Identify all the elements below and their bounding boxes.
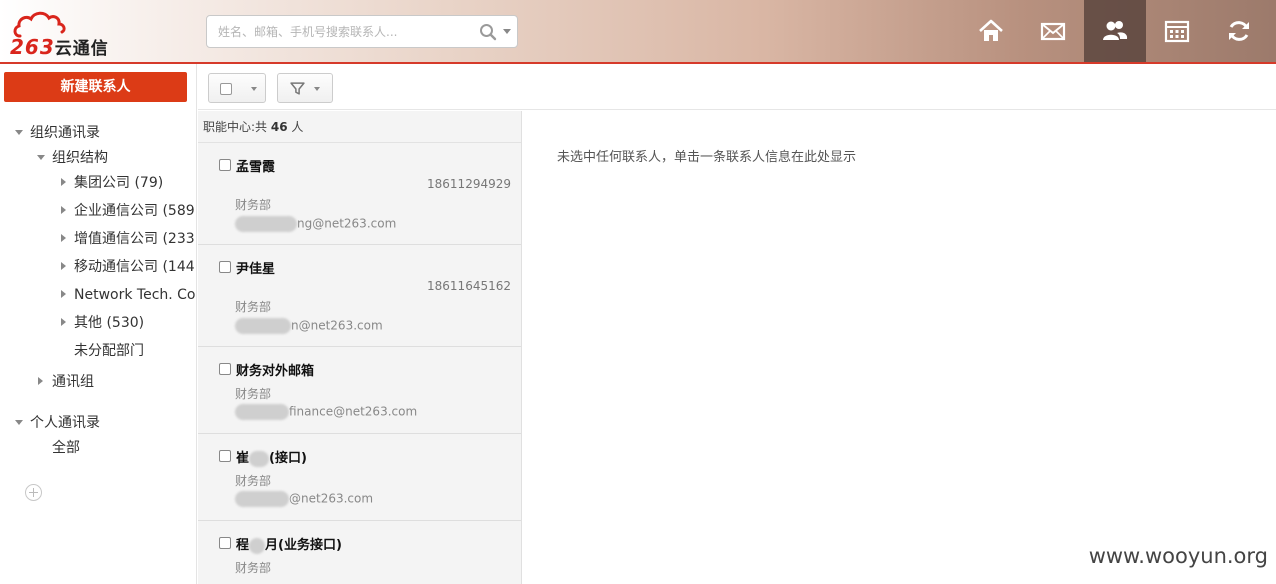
tree-item-value-added-comm[interactable]: 增值通信公司 (233	[74, 229, 195, 249]
search-input[interactable]	[207, 16, 467, 47]
home-icon	[979, 19, 1003, 41]
expand-arrow-icon[interactable]	[15, 130, 23, 135]
collapse-arrow-icon[interactable]	[61, 234, 66, 242]
sync-icon	[1229, 21, 1249, 41]
tree-org-structure[interactable]: 组织结构	[52, 148, 108, 168]
contact-name: 财务对外邮箱	[236, 364, 315, 379]
contact-checkbox[interactable]	[219, 159, 231, 171]
redacted-mask	[235, 404, 289, 420]
contact-checkbox[interactable]	[219, 450, 231, 462]
contact-card[interactable]: 程月(业务接口) 财务部	[198, 522, 521, 584]
tree-personal-directory[interactable]: 个人通讯录	[30, 413, 100, 433]
contact-checkbox[interactable]	[219, 363, 231, 375]
tree-personal-all[interactable]: 全部	[52, 438, 80, 458]
contact-card[interactable]: 尹佳星 18611645162 财务部 n@net263.com	[198, 246, 521, 347]
contact-email-text: finance@net263.com	[289, 404, 418, 419]
contact-phone: 18611294929	[427, 177, 511, 191]
contacts-icon	[1103, 21, 1128, 40]
list-header-prefix: 职能中心:共	[203, 120, 268, 134]
collapse-arrow-icon[interactable]	[61, 206, 66, 214]
tree-item-other[interactable]: 其他 (530)	[74, 313, 144, 333]
contact-name-prefix: 程	[236, 538, 250, 553]
contact-email-text: ng@net263.com	[297, 216, 397, 231]
list-header-suffix: 人	[291, 120, 304, 134]
nav-calendar-button[interactable]	[1146, 0, 1208, 62]
contact-name-prefix: 崔	[236, 451, 250, 466]
calendar-icon	[1164, 20, 1190, 43]
add-group-icon[interactable]	[25, 484, 42, 501]
chevron-down-icon	[251, 87, 257, 91]
collapse-arrow-icon[interactable]	[61, 318, 66, 326]
select-all-dropdown[interactable]	[208, 73, 266, 103]
top-header: 263云通信	[0, 0, 1276, 64]
contact-list: 职能中心:共 46 人 孟雪霞 18611294929 财务部 ng@net26…	[198, 111, 522, 584]
collapse-arrow-icon[interactable]	[61, 178, 66, 186]
brand-title: 云通信	[54, 39, 109, 59]
left-sidebar: 新建联系人 组织通讯录 组织结构 集团公司 (79) 企业通信公司 (589 增…	[0, 64, 197, 584]
tree-item-enterprise-comm[interactable]: 企业通信公司 (589	[74, 201, 195, 221]
tree-item-mobile-comm[interactable]: 移动通信公司 (144	[74, 257, 195, 277]
contact-email-text: n@net263.com	[291, 318, 383, 333]
redacted-mask	[235, 216, 297, 232]
collapse-arrow-icon[interactable]	[61, 262, 66, 270]
contact-dept: 财务部	[235, 387, 272, 401]
expand-arrow-icon[interactable]	[15, 420, 23, 425]
list-count: 46	[270, 120, 288, 134]
contact-dept: 财务部	[235, 198, 272, 212]
contact-name: 孟雪霞	[236, 160, 276, 175]
tree-groups[interactable]: 通讯组	[52, 372, 94, 392]
nav-mail-button[interactable]	[1022, 0, 1084, 62]
filter-dropdown[interactable]	[277, 73, 333, 103]
collapse-arrow-icon[interactable]	[61, 290, 66, 298]
brand-name: 263云通信	[10, 34, 109, 59]
contact-checkbox[interactable]	[219, 537, 231, 549]
contact-email-text: @net263.com	[289, 491, 374, 506]
collapse-arrow-icon[interactable]	[38, 377, 43, 385]
nav-sync-button[interactable]	[1208, 0, 1270, 62]
contact-dept: 财务部	[235, 474, 272, 488]
brand-number: 263	[10, 35, 55, 59]
filter-icon	[290, 82, 305, 95]
redacted-mask	[249, 537, 266, 554]
contact-name-text: 月(业务接口)	[265, 538, 342, 553]
contact-search-box[interactable]	[206, 15, 518, 48]
chevron-down-icon	[314, 87, 320, 91]
mail-icon	[1040, 22, 1066, 41]
redacted-mask	[235, 318, 291, 334]
list-header: 职能中心:共 46 人	[198, 111, 521, 143]
contact-detail-pane: 未选中任何联系人，单击一条联系人信息在此处显示	[523, 111, 1276, 584]
contact-name: 程月(业务接口)	[236, 534, 342, 554]
new-contact-button[interactable]: 新建联系人	[4, 72, 187, 102]
tree-item-network-tech[interactable]: Network Tech. Co	[74, 285, 196, 305]
nav-contacts-button[interactable]	[1084, 0, 1146, 62]
expand-arrow-icon[interactable]	[37, 155, 45, 160]
empty-detail-message: 未选中任何联系人，单击一条联系人信息在此处显示	[557, 150, 857, 165]
contact-email: n@net263.com	[235, 318, 383, 334]
contact-checkbox[interactable]	[219, 261, 231, 273]
watermark-text: www.wooyun.org	[1088, 544, 1268, 568]
contact-name: 尹佳星	[236, 262, 276, 277]
contact-card[interactable]: 财务对外邮箱 财务部 finance@net263.com	[198, 348, 521, 434]
contact-phone: 18611645162	[427, 279, 511, 293]
tree-org-directory[interactable]: 组织通讯录	[30, 123, 100, 143]
contact-card[interactable]: 崔 (接口) 财务部 @net263.com	[198, 435, 521, 521]
nav-home-button[interactable]	[960, 0, 1022, 62]
app-logo[interactable]: 263云通信	[10, 8, 160, 59]
contact-name: 崔 (接口)	[236, 447, 307, 467]
contact-email: @net263.com	[235, 491, 373, 507]
redacted-mask	[235, 491, 289, 507]
contact-email: finance@net263.com	[235, 404, 417, 420]
contact-card[interactable]: 孟雪霞 18611294929 财务部 ng@net263.com	[198, 144, 521, 245]
contact-email: ng@net263.com	[235, 216, 396, 232]
search-icon[interactable]	[479, 23, 497, 41]
redacted-mask	[249, 450, 270, 467]
contact-name-text: (接口)	[269, 451, 307, 466]
contact-dept: 财务部	[235, 300, 272, 314]
tree-item-group-company[interactable]: 集团公司 (79)	[74, 173, 163, 193]
search-dropdown-caret-icon[interactable]	[503, 29, 511, 34]
list-toolbar	[198, 64, 1276, 110]
tree-item-unassigned[interactable]: 未分配部门	[74, 341, 144, 361]
contact-dept: 财务部	[235, 561, 272, 575]
select-all-checkbox[interactable]	[220, 83, 232, 95]
